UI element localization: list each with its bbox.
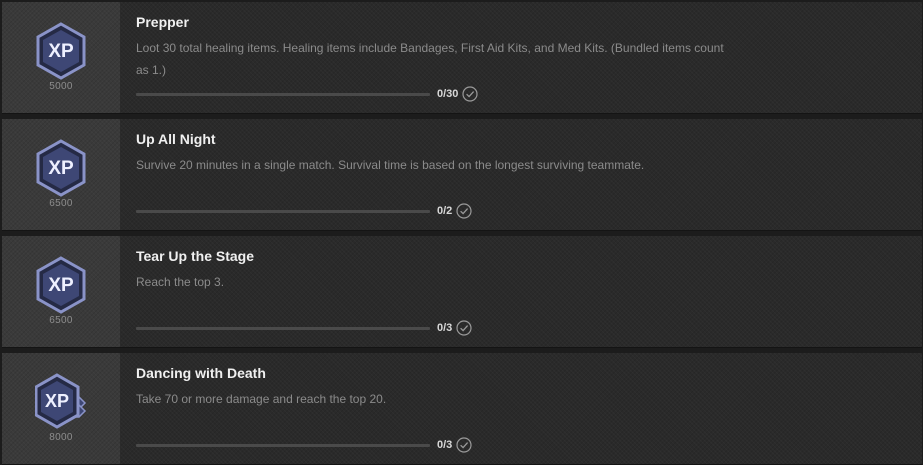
xp-badge-icon: XP — [36, 256, 86, 314]
svg-text:XP: XP — [48, 158, 74, 179]
check-circle-icon — [462, 86, 479, 102]
svg-text:XP: XP — [48, 41, 74, 62]
reward-panel: XP 5000 — [2, 2, 120, 113]
challenge-title: Prepper — [136, 14, 189, 30]
challenge-title: Dancing with Death — [136, 365, 266, 381]
xp-reward-value: 5000 — [49, 81, 73, 92]
progress-count: 0/3 — [437, 322, 453, 334]
progress-bar — [136, 326, 430, 330]
challenge-card-tear-up-the-stage[interactable]: XP 6500 Tear Up the Stage Reach the top … — [2, 236, 922, 348]
check-circle-icon — [456, 320, 472, 336]
xp-reward-value: 6500 — [49, 198, 73, 209]
check-circle-icon — [456, 203, 472, 219]
xp-badge-icon: XP — [36, 22, 86, 80]
challenge-card-dancing-with-death[interactable]: XP 8000 Dancing with Death Take 70 or mo… — [2, 353, 922, 465]
challenge-description: Reach the top 3. — [136, 275, 225, 289]
challenge-card-prepper[interactable]: XP 5000 Prepper Loot 30 total healing it… — [2, 2, 922, 114]
svg-text:XP: XP — [48, 275, 74, 296]
xp-badge-tiered-icon: XP — [35, 373, 87, 429]
progress-bar — [136, 209, 430, 213]
check-circle-icon — [456, 437, 472, 453]
challenge-progress: 0/2 — [136, 203, 472, 219]
xp-reward-value: 6500 — [49, 315, 73, 326]
challenge-description: Take 70 or more damage and reach the top… — [136, 392, 387, 406]
progress-count: 0/3 — [437, 439, 453, 451]
progress-bar — [136, 92, 430, 96]
progress-count: 0/2 — [437, 205, 453, 217]
svg-text:XP: XP — [45, 391, 69, 411]
challenge-title: Tear Up the Stage — [136, 248, 254, 264]
reward-panel: XP 6500 — [2, 236, 120, 347]
progress-count: 0/30 — [437, 88, 459, 100]
challenge-progress: 0/3 — [136, 320, 472, 336]
challenge-description: Survive 20 minutes in a single match. Su… — [136, 158, 645, 172]
challenge-progress: 0/3 — [136, 437, 472, 453]
challenge-progress: 0/30 — [136, 86, 479, 102]
progress-bar — [136, 443, 430, 447]
reward-panel: XP 6500 — [2, 119, 120, 230]
challenge-description: Loot 30 total healing items. Healing ite… — [136, 41, 724, 77]
xp-reward-value: 8000 — [49, 432, 73, 443]
challenge-card-up-all-night[interactable]: XP 6500 Up All Night Survive 20 minutes … — [2, 119, 922, 231]
reward-panel: XP 8000 — [2, 353, 120, 464]
challenge-list: XP 5000 Prepper Loot 30 total healing it… — [0, 0, 923, 465]
xp-badge-icon: XP — [36, 139, 86, 197]
challenge-title: Up All Night — [136, 131, 216, 147]
